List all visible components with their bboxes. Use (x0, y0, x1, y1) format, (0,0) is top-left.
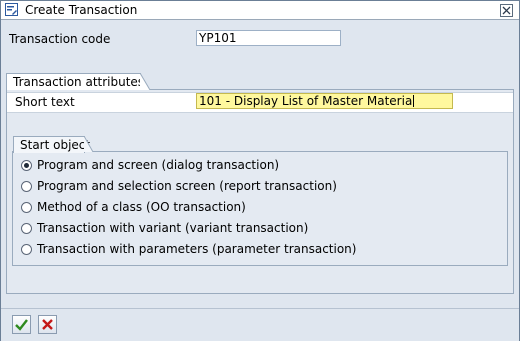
title-bar: Create Transaction (1, 1, 519, 20)
start-object-title: Start object (13, 136, 90, 153)
dialog-footer (1, 308, 519, 341)
radio-button[interactable] (21, 201, 32, 213)
transaction-attributes-title: Transaction attributes (6, 73, 144, 90)
radio-report-transaction[interactable]: Program and selection screen (report tra… (21, 178, 337, 194)
radio-variant-transaction[interactable]: Transaction with variant (variant transa… (21, 220, 308, 236)
radio-button[interactable] (21, 180, 32, 192)
cancel-button[interactable] (38, 315, 57, 334)
close-button[interactable] (500, 4, 513, 17)
tab-slant (140, 73, 150, 90)
transaction-code-label: Transaction code (9, 32, 111, 46)
short-text-value: 101 - Display List of Master Materia (199, 94, 413, 108)
radio-oo-transaction[interactable]: Method of a class (OO transaction) (21, 199, 246, 215)
checkmark-icon (15, 319, 28, 331)
radio-label: Transaction with variant (variant transa… (37, 221, 309, 235)
radio-dialog-transaction[interactable]: Program and screen (dialog transaction) (21, 157, 279, 173)
confirm-button[interactable] (12, 315, 31, 334)
start-object-group: Program and screen (dialog transaction) … (12, 151, 508, 266)
cancel-x-icon (42, 319, 53, 330)
radio-button[interactable] (21, 243, 32, 255)
create-transaction-icon (5, 3, 18, 16)
close-icon (502, 6, 511, 15)
radio-button[interactable] (21, 222, 32, 234)
short-text-field[interactable]: 101 - Display List of Master Materia (196, 93, 453, 109)
text-caret (413, 95, 415, 107)
radio-label: Transaction with parameters (parameter t… (37, 242, 357, 256)
create-transaction-dialog: Create Transaction Transaction code YP10… (0, 0, 520, 341)
tab-slant (84, 136, 93, 152)
radio-parameter-transaction[interactable]: Transaction with parameters (parameter t… (21, 241, 356, 257)
short-text-label: Short text (15, 95, 75, 109)
radio-label: Program and screen (dialog transaction) (37, 158, 280, 172)
radio-button[interactable] (21, 159, 32, 171)
transaction-code-field[interactable]: YP101 (196, 30, 341, 46)
radio-label: Method of a class (OO transaction) (37, 200, 246, 214)
radio-label: Program and selection screen (report tra… (37, 179, 337, 193)
window-title: Create Transaction (25, 3, 138, 17)
